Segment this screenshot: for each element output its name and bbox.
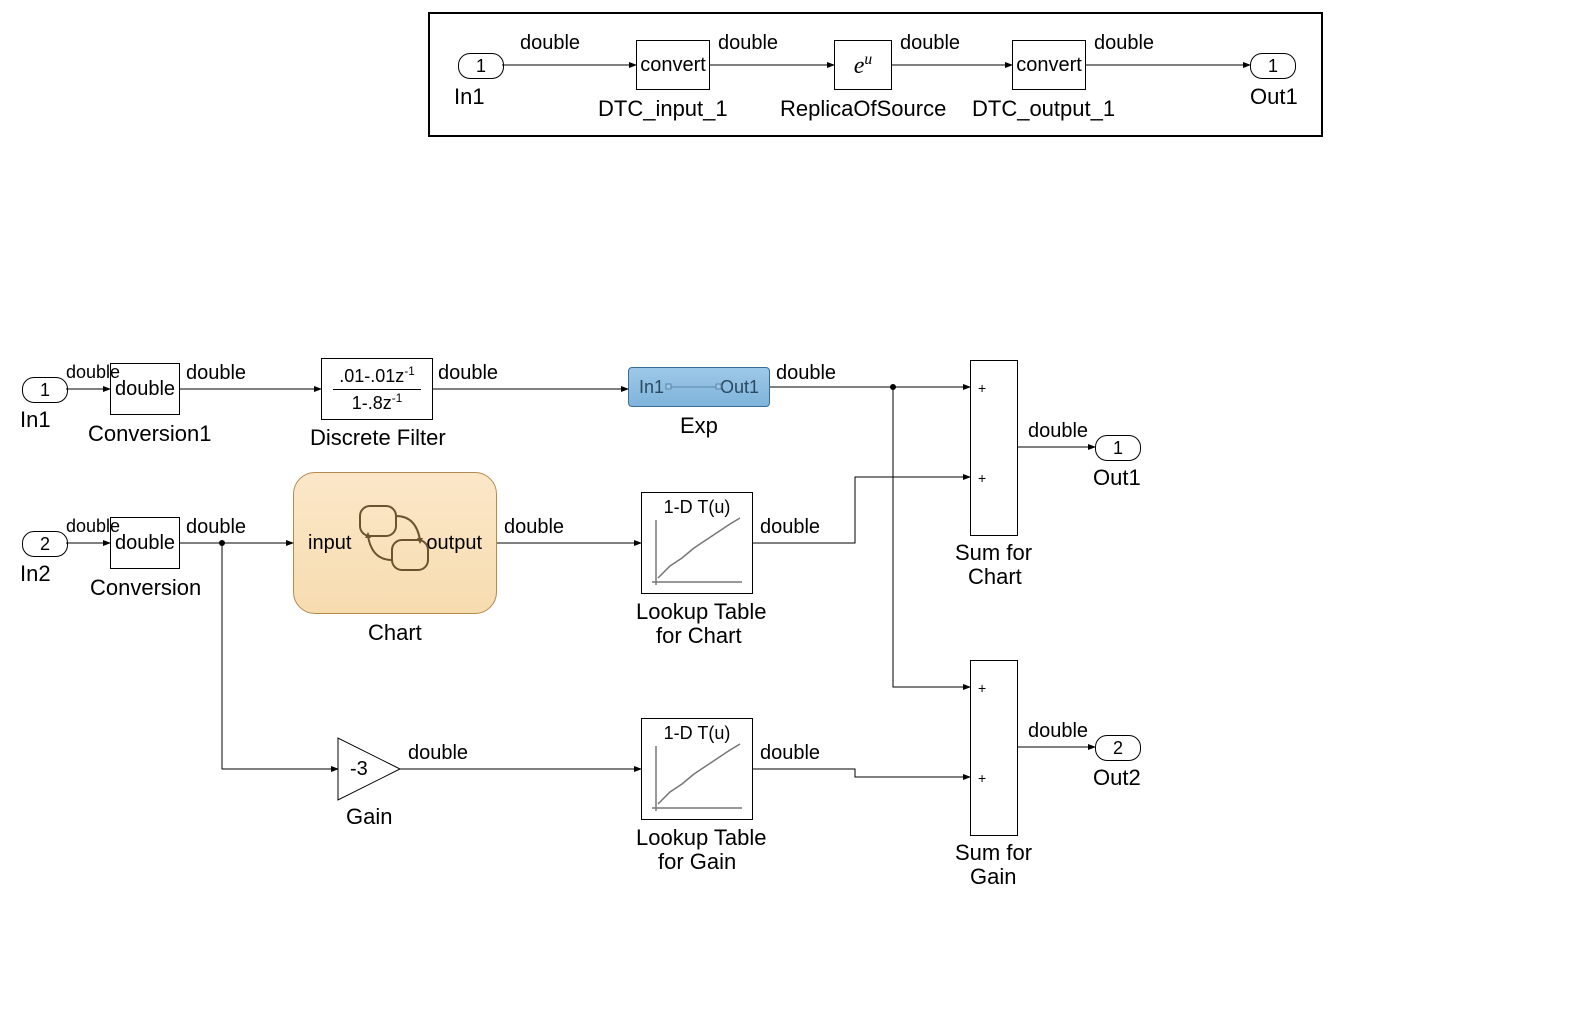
lookup-chart-label1: Lookup Table <box>636 599 767 625</box>
port-number: 1 <box>1113 438 1123 459</box>
sig-sumgain-out: double <box>1028 720 1088 743</box>
gain-label: Gain <box>346 804 392 830</box>
callout-in-port[interactable]: 1 <box>458 53 504 79</box>
sig-sumchart-out: double <box>1028 420 1088 443</box>
sig-in2: double <box>66 516 120 537</box>
inport-2-label: In2 <box>20 561 51 587</box>
exp-inner-dots <box>0 0 1595 1009</box>
port-number: 2 <box>1113 738 1123 759</box>
port-number: 2 <box>40 534 50 555</box>
callout-sig-2: double <box>718 32 778 55</box>
callout-dtc-input-label: DTC_input_1 <box>598 96 728 122</box>
callout-out-port[interactable]: 1 <box>1250 53 1296 79</box>
conversion-label: Conversion <box>90 575 201 601</box>
sum-chart-label1: Sum for <box>955 540 1032 566</box>
exp-label: Exp <box>680 413 718 439</box>
conversion-block[interactable]: double <box>110 517 180 569</box>
block-text: double <box>115 532 175 555</box>
conversion1-label: Conversion1 <box>88 421 212 447</box>
chart-in-label: input <box>308 532 351 555</box>
callout-sig-3: double <box>900 32 960 55</box>
sig-in1: double <box>66 362 120 383</box>
lookup-gain-label2: for Gain <box>658 849 736 875</box>
sig-chart-out: double <box>504 516 564 539</box>
sum-gain-label1: Sum for <box>955 840 1032 866</box>
sig-filter-out: double <box>438 362 498 385</box>
port-number: 1 <box>1268 56 1278 77</box>
sum-chart-plus2: + <box>978 470 986 486</box>
block-text: convert <box>640 54 706 77</box>
sig-exp-out: double <box>776 362 836 385</box>
callout-replica-label: ReplicaOfSource <box>780 96 946 122</box>
callout-out-label: Out1 <box>1250 84 1298 110</box>
gain-block-clickzone[interactable] <box>338 738 400 800</box>
inport-1-label: In1 <box>20 407 51 433</box>
sig-gain-out: double <box>408 742 468 765</box>
lookup-chart-block[interactable]: 1-D T(u) <box>641 492 753 594</box>
callout-sig-1: double <box>520 32 580 55</box>
callout-in-label: In1 <box>454 84 485 110</box>
signal-lines <box>0 0 1595 1009</box>
sum-chart-plus1: + <box>978 380 986 396</box>
inport-2[interactable]: 2 <box>22 531 68 557</box>
callout-replica-block[interactable]: eu <box>834 40 892 90</box>
exp-out-label: Out1 <box>720 377 759 398</box>
block-text: convert <box>1016 54 1082 77</box>
lookup-gain-label1: Lookup Table <box>636 825 767 851</box>
chart-out-label: output <box>426 532 482 555</box>
exp-in-label: In1 <box>639 377 664 398</box>
outport-2-label: Out2 <box>1093 765 1141 791</box>
block-text: double <box>115 378 175 401</box>
block-text: eu <box>854 51 872 80</box>
lookup-gain-block[interactable]: 1-D T(u) <box>641 718 753 820</box>
callout-wedge <box>0 0 1595 1009</box>
sig-conv2-out: double <box>186 516 246 539</box>
sig-lutgain-out: double <box>760 742 820 765</box>
lookup-gain-icon <box>0 0 1595 1009</box>
lut-gain-title: 1-D T(u) <box>664 723 731 744</box>
sum-gain-plus1: + <box>978 680 986 696</box>
inport-1[interactable]: 1 <box>22 377 68 403</box>
sig-lutchart-out: double <box>760 516 820 539</box>
callout-dtc-output-label: DTC_output_1 <box>972 96 1115 122</box>
outport-1-label: Out1 <box>1093 465 1141 491</box>
callout-dtc-input-block[interactable]: convert <box>636 40 710 90</box>
sum-gain-label2: Gain <box>970 864 1016 890</box>
chart-icon <box>0 0 1595 1009</box>
discrete-filter-block[interactable]: .01-.01z-1 1-.8z-1 <box>321 358 433 420</box>
exp-block[interactable]: In1 Out1 <box>628 367 770 407</box>
filter-fraction: .01-.01z-1 1-.8z-1 <box>333 365 420 414</box>
sum-chart-label2: Chart <box>968 564 1022 590</box>
lookup-chart-label2: for Chart <box>656 623 742 649</box>
lut-chart-title: 1-D T(u) <box>664 497 731 518</box>
lookup-chart-icon <box>0 0 1595 1009</box>
sum-gain-plus2: + <box>978 770 986 786</box>
outport-1[interactable]: 1 <box>1095 435 1141 461</box>
port-number: 1 <box>476 56 486 77</box>
chart-block[interactable]: input output <box>293 472 497 614</box>
chart-label: Chart <box>368 620 422 646</box>
port-number: 1 <box>40 380 50 401</box>
callout-dtc-output-block[interactable]: convert <box>1012 40 1086 90</box>
sig-conv1-out: double <box>186 362 246 385</box>
conversion1-block[interactable]: double <box>110 363 180 415</box>
discrete-filter-label: Discrete Filter <box>310 425 446 451</box>
gain-triangle <box>0 0 1595 1009</box>
callout-sig-4: double <box>1094 32 1154 55</box>
outport-2[interactable]: 2 <box>1095 735 1141 761</box>
